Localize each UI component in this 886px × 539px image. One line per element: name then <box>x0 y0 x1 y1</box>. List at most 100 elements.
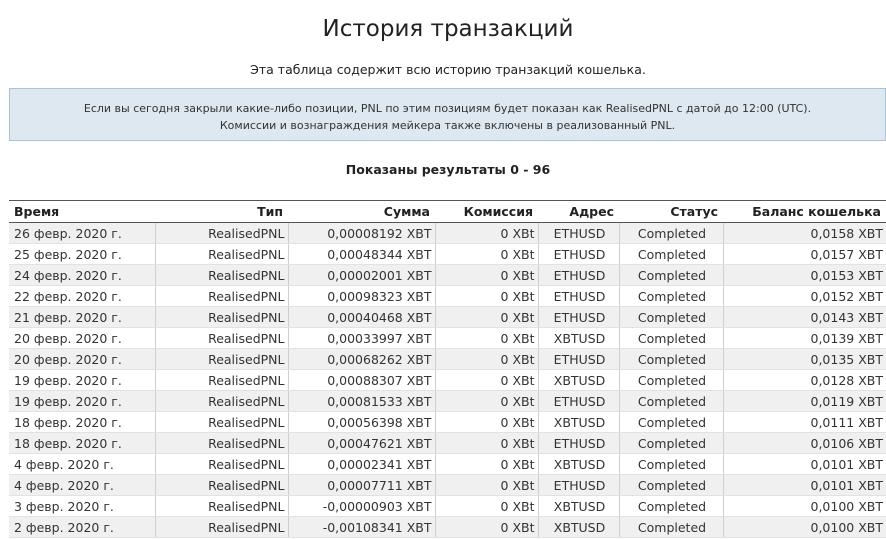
cell-type: RealisedPNL <box>154 432 288 454</box>
table-row[interactable]: 2 февр. 2020 г. RealisedPNL -0,00108341 XB… <box>9 516 886 538</box>
cell-status: Completed <box>618 306 723 328</box>
cell-type: RealisedPNL <box>154 285 288 307</box>
table-row[interactable]: 24 февр. 2020 г. RealisedPNL 0,00002001 XB… <box>9 264 886 286</box>
table-row[interactable]: 19 февр. 2020 г. RealisedPNL 0,00081533 XB… <box>9 390 886 412</box>
cell-type: RealisedPNL <box>154 474 288 496</box>
table-row[interactable]: 20 февр. 2020 г. RealisedPNL 0,00033997 XB… <box>9 327 886 349</box>
cell-balance: 0,0101 XBT <box>722 474 886 496</box>
cell-balance: 0,0106 XBT <box>722 432 886 454</box>
cell-type: RealisedPNL <box>154 411 288 433</box>
cell-amount: 0,00056398 XBT <box>287 411 435 433</box>
cell-balance: 0,0128 XBT <box>722 369 886 391</box>
cell-amount: 0,00002001 XBT <box>287 264 435 286</box>
cell-fee: 0 XBt <box>434 243 538 265</box>
cell-address: ETHUSD <box>537 285 619 307</box>
cell-status: Completed <box>618 243 723 265</box>
cell-time: 19 февр. 2020 г. <box>9 369 155 391</box>
cell-time: 19 февр. 2020 г. <box>9 390 155 412</box>
cell-fee: 0 XBt <box>434 495 538 517</box>
info-notice: Если вы сегодня закрыли какие-либо позиц… <box>9 88 886 141</box>
cell-balance: 0,0119 XBT <box>722 390 886 412</box>
cell-fee: 0 XBt <box>434 432 538 454</box>
cell-fee: 0 XBt <box>434 285 538 307</box>
cell-time: 18 февр. 2020 г. <box>9 411 155 433</box>
cell-address: XBTUSD <box>537 516 619 538</box>
cell-type: RealisedPNL <box>154 327 288 349</box>
cell-amount: 0,00008192 XBT <box>287 222 435 244</box>
cell-amount: 0,00068262 XBT <box>287 348 435 370</box>
column-header-fee[interactable]: Комиссия <box>435 200 538 223</box>
cell-fee: 0 XBt <box>434 453 538 475</box>
cell-type: RealisedPNL <box>154 222 288 244</box>
cell-type: RealisedPNL <box>154 369 288 391</box>
cell-balance: 0,0135 XBT <box>722 348 886 370</box>
table-row[interactable]: 4 февр. 2020 г. RealisedPNL 0,00002341 XBT… <box>9 453 886 475</box>
cell-fee: 0 XBt <box>434 348 538 370</box>
cell-time: 2 февр. 2020 г. <box>9 516 155 538</box>
cell-amount: 0,00007711 XBT <box>287 474 435 496</box>
table-row[interactable]: 21 февр. 2020 г. RealisedPNL 0,00040468 XB… <box>9 306 886 328</box>
cell-status: Completed <box>618 285 723 307</box>
cell-status: Completed <box>618 390 723 412</box>
cell-amount: -0,00108341 XBT <box>287 516 435 538</box>
cell-fee: 0 XBt <box>434 474 538 496</box>
table-row[interactable]: 20 февр. 2020 г. RealisedPNL 0,00068262 XB… <box>9 348 886 370</box>
column-header-balance[interactable]: Баланс кошелька <box>723 200 886 223</box>
column-header-type[interactable]: Тип <box>155 200 288 223</box>
cell-status: Completed <box>618 327 723 349</box>
cell-address: XBTUSD <box>537 495 619 517</box>
cell-amount: 0,00002341 XBT <box>287 453 435 475</box>
cell-status: Completed <box>618 432 723 454</box>
cell-address: ETHUSD <box>537 243 619 265</box>
table-row[interactable]: 26 февр. 2020 г. RealisedPNL 0,00008192 XB… <box>9 222 886 244</box>
table-row[interactable]: 4 февр. 2020 г. RealisedPNL 0,00007711 XBT… <box>9 474 886 496</box>
cell-amount: -0,00000903 XBT <box>287 495 435 517</box>
cell-status: Completed <box>618 411 723 433</box>
cell-status: Completed <box>618 222 723 244</box>
cell-amount: 0,00088307 XBT <box>287 369 435 391</box>
table-row[interactable]: 22 февр. 2020 г. RealisedPNL 0,00098323 XB… <box>9 285 886 307</box>
cell-time: 18 февр. 2020 г. <box>9 432 155 454</box>
cell-address: ETHUSD <box>537 348 619 370</box>
cell-fee: 0 XBt <box>434 516 538 538</box>
cell-address: XBTUSD <box>537 327 619 349</box>
cell-balance: 0,0157 XBT <box>722 243 886 265</box>
page-title: История транзакций <box>322 16 574 42</box>
cell-fee: 0 XBt <box>434 264 538 286</box>
cell-fee: 0 XBt <box>434 222 538 244</box>
cell-address: ETHUSD <box>537 474 619 496</box>
table-row[interactable]: 25 февр. 2020 г. RealisedPNL 0,00048344 XB… <box>9 243 886 265</box>
cell-address: XBTUSD <box>537 411 619 433</box>
table-row[interactable]: 18 февр. 2020 г. RealisedPNL 0,00056398 XB… <box>9 411 886 433</box>
cell-time: 21 февр. 2020 г. <box>9 306 155 328</box>
cell-amount: 0,00048344 XBT <box>287 243 435 265</box>
table-row[interactable]: 18 февр. 2020 г. RealisedPNL 0,00047621 XB… <box>9 432 886 454</box>
column-header-time[interactable]: Время <box>9 200 155 223</box>
cell-type: RealisedPNL <box>154 453 288 475</box>
cell-address: ETHUSD <box>537 264 619 286</box>
cell-address: ETHUSD <box>537 306 619 328</box>
cell-balance: 0,0100 XBT <box>722 495 886 517</box>
cell-type: RealisedPNL <box>154 243 288 265</box>
column-header-status[interactable]: Статус <box>619 200 723 223</box>
cell-time: 25 февр. 2020 г. <box>9 243 155 265</box>
cell-amount: 0,00047621 XBT <box>287 432 435 454</box>
cell-fee: 0 XBt <box>434 327 538 349</box>
info-line-2: Комиссии и вознаграждения мейкера также … <box>219 119 676 132</box>
cell-type: RealisedPNL <box>154 348 288 370</box>
cell-address: XBTUSD <box>537 453 619 475</box>
cell-status: Completed <box>618 369 723 391</box>
cell-time: 4 февр. 2020 г. <box>9 453 155 475</box>
table-row[interactable]: 19 февр. 2020 г. RealisedPNL 0,00088307 XB… <box>9 369 886 391</box>
cell-status: Completed <box>618 516 723 538</box>
column-header-amount[interactable]: Сумма <box>288 200 435 223</box>
cell-address: ETHUSD <box>537 390 619 412</box>
cell-balance: 0,0143 XBT <box>722 306 886 328</box>
cell-time: 20 февр. 2020 г. <box>9 327 155 349</box>
table-row[interactable]: 3 февр. 2020 г. RealisedPNL -0,00000903 XB… <box>9 495 886 517</box>
cell-status: Completed <box>618 264 723 286</box>
cell-type: RealisedPNL <box>154 264 288 286</box>
column-header-address[interactable]: Адрес <box>538 200 619 223</box>
cell-type: RealisedPNL <box>154 306 288 328</box>
cell-balance: 0,0101 XBT <box>722 453 886 475</box>
